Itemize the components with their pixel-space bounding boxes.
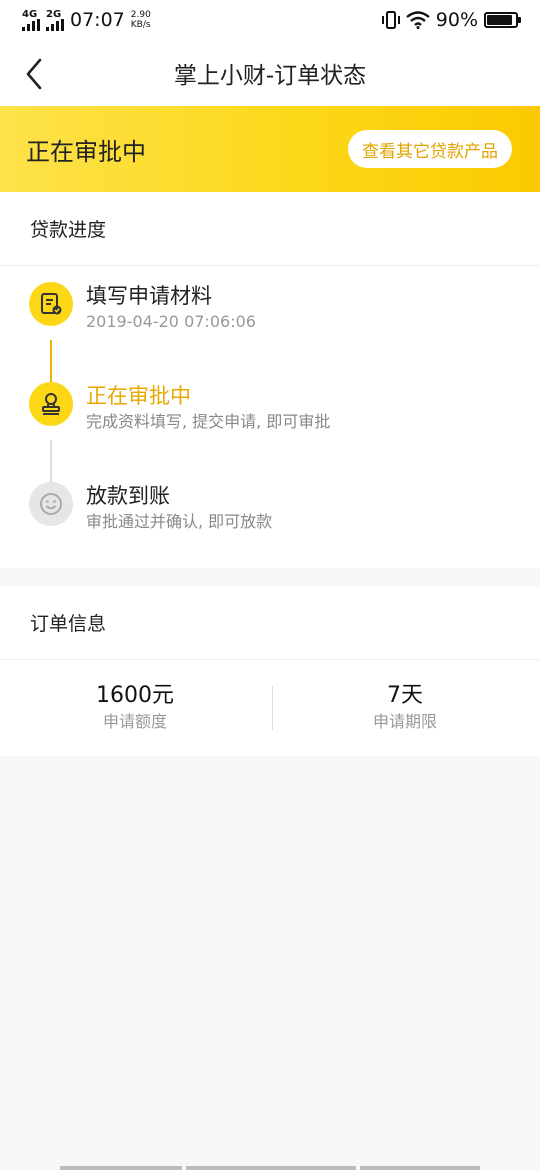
signal-icon (22, 18, 40, 31)
network-4g: 4G (22, 8, 40, 31)
status-bar-left: 4G 2G 07:07 2.90 KB/s (22, 9, 151, 31)
step-under-review: 正在审批中 完成资料填写, 提交申请, 即可审批 (0, 382, 540, 482)
vibrate-icon (381, 11, 400, 29)
smile-icon (29, 482, 73, 526)
battery-icon (484, 12, 521, 28)
step-fill-application: 填写申请材料 2019-04-20 07:06:06 (0, 282, 540, 382)
amount-cell: 1600元 申请额度 (0, 682, 270, 734)
network-4g-label: 4G (22, 8, 38, 20)
step-1-time: 2019-04-20 07:06:06 (86, 312, 256, 331)
page-title: 掌上小财-订单状态 (173, 63, 367, 89)
status-banner: 正在审批中 查看其它贷款产品 (0, 106, 540, 192)
step-1-title: 填写申请材料 (86, 284, 212, 308)
order-info-title: 订单信息 (0, 586, 540, 660)
back-button[interactable] (18, 54, 58, 94)
banner-status-text: 正在审批中 (26, 137, 146, 166)
status-bar: 4G 2G 07:07 2.90 KB/s 90% (0, 0, 540, 40)
network-speed-unit: KB/s (130, 20, 151, 30)
loan-progress-section: 贷款进度 填写申请材料 2019-04-20 07:06:06 正在审批中 完成… (0, 192, 540, 568)
battery-percent: 90% (435, 9, 478, 31)
order-info-row: 1600元 申请额度 7天 申请期限 (0, 660, 540, 756)
amount-value: 1600元 (96, 683, 174, 708)
network-2g: 2G (46, 8, 64, 31)
network-speed-value: 2.90 (130, 10, 151, 20)
amount-label: 申请额度 (102, 712, 167, 731)
document-check-icon (29, 282, 73, 326)
network-speed: 2.90 KB/s (131, 10, 151, 30)
step-disbursement: 放款到账 审批通过并确认, 即可放款 (0, 482, 540, 582)
step-2-desc: 完成资料填写, 提交申请, 即可审批 (86, 412, 331, 431)
term-cell: 7天 申请期限 (270, 682, 540, 734)
battery-level (487, 15, 513, 25)
term-value: 7天 (387, 683, 423, 708)
loan-progress-title: 贷款进度 (0, 192, 540, 266)
signal-icon (46, 18, 64, 31)
nav-header: 掌上小财-订单状态 (0, 40, 540, 106)
order-status-page: 4G 2G 07:07 2.90 KB/s 90% 掌上小财-订单状态 正在审批… (0, 0, 540, 1170)
term-label: 申请期限 (372, 712, 437, 731)
stamp-icon (29, 382, 73, 426)
progress-timeline: 填写申请材料 2019-04-20 07:06:06 正在审批中 完成资料填写,… (0, 266, 540, 582)
order-info-section: 订单信息 1600元 申请额度 7天 申请期限 (0, 586, 540, 756)
clock: 07:07 (70, 9, 125, 31)
gesture-hint-bar (60, 1166, 480, 1170)
wifi-icon (406, 11, 430, 29)
status-bar-right: 90% (381, 9, 521, 31)
network-2g-label: 2G (46, 8, 62, 20)
step-3-desc: 审批通过并确认, 即可放款 (86, 512, 273, 531)
order-divider (272, 686, 273, 730)
step-3-title: 放款到账 (86, 484, 170, 508)
view-other-products-button[interactable]: 查看其它贷款产品 (348, 130, 512, 168)
step-2-title: 正在审批中 (86, 384, 191, 408)
